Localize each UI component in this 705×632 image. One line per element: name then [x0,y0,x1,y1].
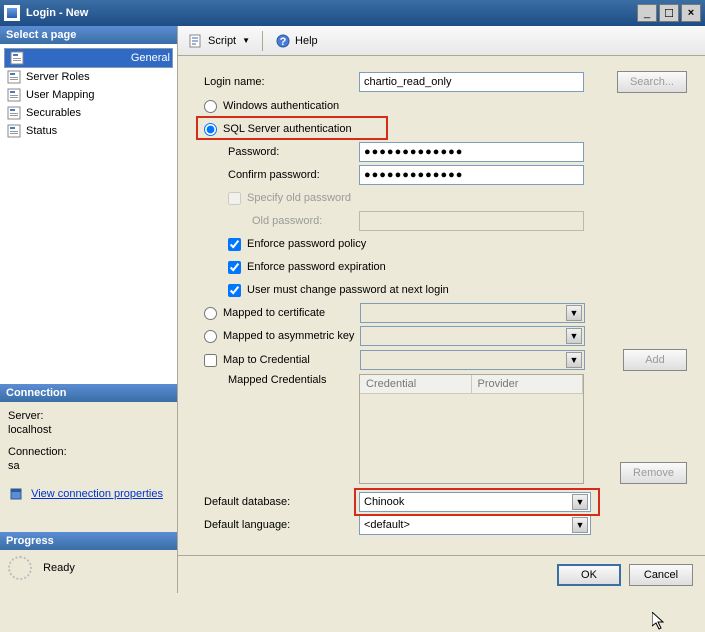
password-input[interactable] [359,142,584,162]
dropdown-arrow-icon: ▼ [572,517,588,533]
mouse-cursor-icon [652,612,668,632]
window-title: Login - New [26,7,637,19]
remove-button[interactable]: Remove [620,462,687,484]
close-button[interactable]: × [681,4,701,22]
dropdown-icon: ▼ [242,36,250,45]
default-database-value: Chinook [364,496,404,508]
windows-auth-radio[interactable] [204,100,217,113]
maximize-button[interactable]: ☐ [659,4,679,22]
dropdown-arrow-icon: ▼ [572,494,588,510]
progress-status: Ready [43,562,75,574]
credential-select[interactable]: ▼ [360,350,585,370]
mapped-asym-radio[interactable] [204,330,217,343]
progress-header: Progress [0,532,177,550]
sidebar-item-server-roles[interactable]: Server Roles [4,68,173,86]
svg-text:?: ? [280,36,287,48]
confirm-password-input[interactable] [359,165,584,185]
sidebar-item-label: User Mapping [26,89,94,101]
titlebar[interactable]: Login - New _ ☐ × [0,0,705,26]
enforce-policy-label: Enforce password policy [247,238,366,250]
cancel-button[interactable]: Cancel [629,564,693,586]
asym-select[interactable]: ▼ [360,326,585,346]
progress-panel: Ready [0,550,177,593]
script-icon [188,33,204,49]
mapped-asym-label: Mapped to asymmetric key [223,330,360,342]
sidebar-item-general[interactable]: General [4,48,173,68]
script-label: Script [208,35,236,47]
credential-column-header: Credential [360,375,472,393]
must-change-checkbox[interactable] [228,284,241,297]
toolbar: Script ▼ ? Help [178,26,705,56]
sql-auth-label: SQL Server authentication [223,123,352,135]
enforce-expiration-label: Enforce password expiration [247,261,386,273]
default-database-label: Default database: [204,496,359,508]
ok-button[interactable]: OK [557,564,621,586]
login-name-label: Login name: [204,76,359,88]
must-change-label: User must change password at next login [247,284,449,296]
mapped-credentials-label: Mapped Credentials [204,374,359,386]
view-connection-properties-link[interactable]: View connection properties [31,488,163,500]
login-name-input[interactable] [359,72,584,92]
credentials-table: Credential Provider [359,374,584,484]
map-credential-label: Map to Credential [223,354,360,366]
page-icon [9,50,25,66]
page-icon [6,69,22,85]
properties-icon [8,486,24,502]
connection-label: Connection: [8,446,169,458]
connection-panel: Server: localhost Connection: sa View co… [0,402,177,532]
mapped-cert-label: Mapped to certificate [223,307,360,319]
dialog-footer: OK Cancel [178,555,705,593]
progress-spinner-icon [8,556,32,580]
server-value: localhost [8,424,169,436]
sidebar-item-status[interactable]: Status [4,122,173,140]
sidebar-item-label: Server Roles [26,71,90,83]
enforce-policy-checkbox[interactable] [228,238,241,251]
specify-old-label: Specify old password [247,192,351,204]
map-credential-checkbox[interactable] [204,354,217,367]
sidebar-item-label: Securables [26,107,81,119]
server-label: Server: [8,410,169,422]
dropdown-arrow-icon: ▼ [566,305,582,321]
help-label: Help [295,35,318,47]
dropdown-arrow-icon: ▼ [566,328,582,344]
connection-header: Connection [0,384,177,402]
enforce-expiration-checkbox[interactable] [228,261,241,274]
default-language-label: Default language: [204,519,359,531]
mapped-cert-radio[interactable] [204,307,217,320]
window-icon [4,5,20,21]
password-label: Password: [204,146,359,158]
help-icon: ? [275,33,291,49]
sidebar: Select a page General Server Roles User … [0,26,178,593]
select-page-header: Select a page [0,26,177,44]
default-language-value: <default> [364,519,410,531]
old-password-label: Old password: [204,215,359,227]
page-list: General Server Roles User Mapping Secura… [0,44,177,384]
search-button[interactable]: Search... [617,71,687,93]
dropdown-arrow-icon: ▼ [566,352,582,368]
page-icon [6,87,22,103]
old-password-input [359,211,584,231]
help-button[interactable]: ? Help [271,31,322,51]
page-icon [6,105,22,121]
script-button[interactable]: Script ▼ [184,31,254,51]
page-icon [6,123,22,139]
sidebar-item-user-mapping[interactable]: User Mapping [4,86,173,104]
add-button[interactable]: Add [623,349,687,371]
sidebar-item-label: General [131,52,170,64]
confirm-password-label: Confirm password: [204,169,359,181]
sql-auth-radio[interactable] [204,123,217,136]
minimize-button[interactable]: _ [637,4,657,22]
default-database-select[interactable]: Chinook ▼ [359,492,591,512]
connection-value: sa [8,460,169,472]
form-panel: Login name: Search... Windows authentica… [178,56,705,555]
specify-old-checkbox [228,192,241,205]
sidebar-item-label: Status [26,125,57,137]
windows-auth-label: Windows authentication [223,100,339,112]
provider-column-header: Provider [472,375,584,393]
default-language-select[interactable]: <default> ▼ [359,515,591,535]
cert-select[interactable]: ▼ [360,303,585,323]
sidebar-item-securables[interactable]: Securables [4,104,173,122]
